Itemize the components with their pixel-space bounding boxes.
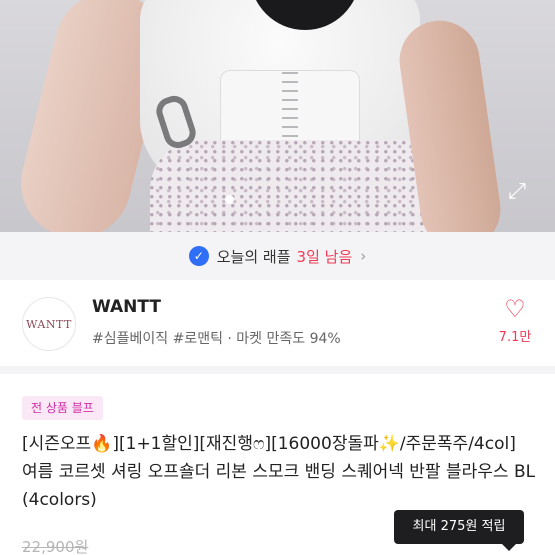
- seller-logo[interactable]: WANTT: [22, 297, 76, 351]
- product-title: [시즌오프🔥][1+1할인][재진행ෆ][16000장돌파✨/주문폭주/4col…: [22, 434, 536, 510]
- like-count: 7.1만: [498, 330, 532, 345]
- raffle-label: 오늘의 래플: [216, 247, 291, 266]
- carousel-indicator[interactable]: [225, 195, 234, 204]
- chevron-right-icon: ›: [360, 247, 367, 265]
- sale-badge: 전 상품 블프: [22, 396, 103, 420]
- seller-name[interactable]: WANTT: [92, 297, 161, 317]
- heart-icon[interactable]: ♡: [500, 295, 530, 323]
- expand-icon[interactable]: ⤢: [505, 180, 529, 204]
- raffle-banner[interactable]: ✓ 오늘의 래플 3일 남음 ›: [0, 232, 555, 280]
- section-divider: [0, 366, 555, 374]
- reward-tooltip: 최대 275원 적립: [394, 510, 524, 551]
- verified-check-icon: ✓: [188, 246, 209, 266]
- product-image[interactable]: ⤢: [0, 0, 555, 232]
- seller-tags: #심플베이직 #로맨틱 · 마켓 만족도 94%: [92, 331, 341, 347]
- seller-row[interactable]: WANTT WANTT #심플베이직 #로맨틱 · 마켓 만족도 94% ♡ 7…: [0, 280, 555, 366]
- raffle-remaining: 3일 남음: [296, 247, 353, 266]
- original-price: 22,900원: [22, 538, 89, 555]
